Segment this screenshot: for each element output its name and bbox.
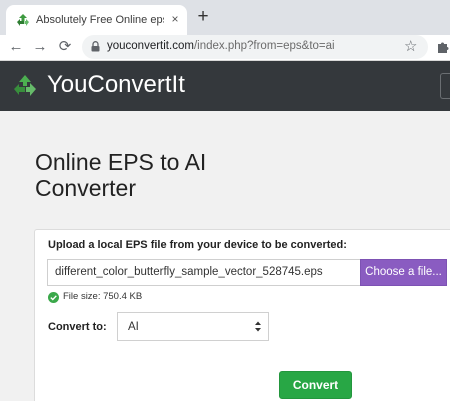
forward-button[interactable]: → — [30, 37, 50, 57]
file-size-text: File size: 750.4 KB — [63, 291, 143, 302]
browser-toolbar: ← → ⟳ youconvertit.com/index.php?from=ep… — [0, 35, 450, 61]
lock-icon[interactable] — [91, 41, 100, 52]
url-host: youconvertit.com — [107, 40, 194, 52]
site-header: YouConvertIt — [0, 61, 450, 111]
choose-file-button[interactable]: Choose a file... — [360, 259, 447, 286]
menu-toggle-button[interactable] — [440, 73, 450, 99]
convert-button[interactable]: Convert — [279, 371, 352, 399]
address-bar[interactable]: youconvertit.com/index.php?from=eps&to=a… — [82, 35, 428, 59]
tab-close-icon[interactable]: × — [168, 12, 182, 26]
recycle-logo-icon[interactable] — [13, 74, 37, 98]
page-content: Online EPS to AI Converter Upload a loca… — [0, 111, 450, 401]
select-arrows-icon — [255, 321, 261, 332]
back-button[interactable]: ← — [6, 37, 26, 57]
tab-title: Absolutely Free Online eps to ai c — [36, 14, 164, 26]
new-tab-button[interactable]: + — [193, 7, 213, 27]
star-icon[interactable]: ☆ — [404, 38, 417, 56]
check-circle-icon — [48, 292, 59, 303]
format-selected-value: AI — [128, 321, 139, 333]
brand-name[interactable]: YouConvertIt — [47, 71, 185, 99]
browser-tabstrip: Absolutely Free Online eps to ai c × + — [0, 0, 450, 35]
convert-to-label: Convert to: — [48, 321, 107, 333]
page-title: Online EPS to AI Converter — [35, 149, 207, 201]
converter-form: Upload a local EPS file from your device… — [34, 229, 450, 401]
url-path: /index.php?from=eps&to=ai — [193, 40, 335, 52]
recycle-favicon-icon — [17, 14, 29, 26]
puzzle-icon[interactable] — [436, 39, 450, 55]
format-select[interactable]: AI — [117, 312, 269, 341]
reload-button[interactable]: ⟳ — [55, 37, 75, 57]
url-text[interactable]: youconvertit.com/index.php?from=eps&to=a… — [107, 40, 335, 52]
selected-file-name: different_color_butterfly_sample_vector_… — [55, 266, 323, 278]
upload-label: Upload a local EPS file from your device… — [48, 239, 347, 251]
browser-tab[interactable]: Absolutely Free Online eps to ai c × — [6, 5, 187, 35]
